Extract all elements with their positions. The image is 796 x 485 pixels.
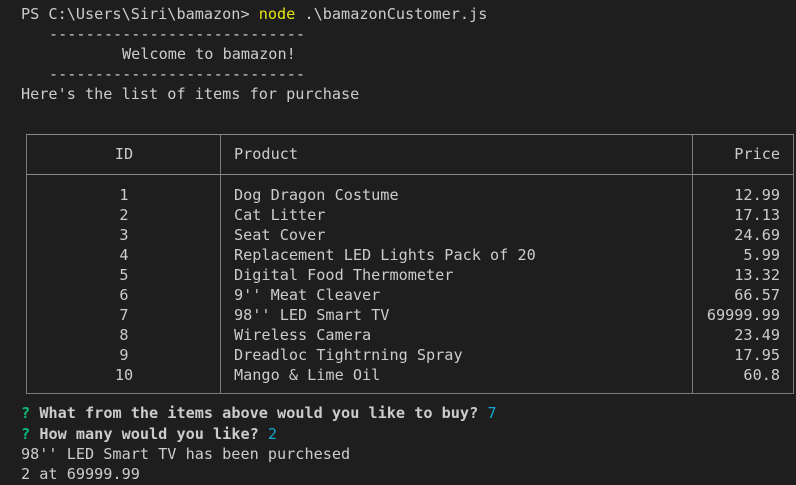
row-id: 3 [119, 226, 129, 244]
row-product: Dog Dragon Costume [234, 186, 399, 204]
question-item: ? What from the items above would you li… [21, 403, 497, 423]
row-price: 12.99 [734, 186, 780, 204]
question-text: What from the items above would you like… [39, 404, 479, 422]
output-line: 98'' LED Smart TV has been purchesed [21, 445, 351, 463]
row-price: 24.69 [734, 226, 780, 244]
row-product: Mango & Lime Oil [234, 366, 381, 384]
question-mark-icon: ? [21, 425, 31, 443]
prompt: PS C:\Users\Siri\bamazon> [21, 5, 259, 23]
row-price: 23.49 [734, 326, 780, 344]
row-price: 66.57 [734, 286, 780, 304]
row-id: 9 [119, 346, 129, 364]
question-text: How many would you like? [39, 425, 259, 443]
row-id: 1 [119, 186, 129, 204]
row-product: Digital Food Thermometer [234, 266, 454, 284]
intro-text: Here's the list of items for purchase [21, 85, 360, 103]
row-product: Dreadloc Tightrning Spray [234, 346, 463, 364]
row-price: 69999.99 [706, 306, 780, 324]
row-price: 5.99 [743, 246, 780, 264]
row-product: 98'' LED Smart TV [234, 306, 390, 324]
command-name: node [258, 5, 296, 23]
row-price: 60.8 [743, 366, 780, 384]
output-line: 2 at 69999.99 [21, 465, 140, 483]
answer-text: 2 [267, 425, 278, 443]
row-price: 17.13 [734, 206, 780, 224]
question-mark-icon: ? [21, 404, 31, 422]
row-price: 17.95 [734, 346, 780, 364]
header-price: Price [734, 145, 780, 163]
row-product: Replacement LED Lights Pack of 20 [234, 246, 536, 264]
row-product: Cat Litter [234, 206, 326, 224]
command-args: .\bamazonCustomer.js [295, 5, 488, 23]
products-table: ID Product Price 1 Dog Dragon Costume 12.9… [26, 134, 794, 394]
row-id: 10 [114, 366, 134, 384]
row-id: 7 [119, 306, 129, 324]
row-id: 2 [119, 206, 129, 224]
row-id: 5 [119, 266, 129, 284]
header-id: ID [114, 145, 134, 163]
row-id: 4 [119, 246, 129, 264]
header-product: Product [234, 145, 299, 163]
row-price: 13.32 [734, 266, 780, 284]
welcome-text: Welcome to bamazon! [122, 45, 296, 63]
row-product: 9'' Meat Cleaver [234, 286, 381, 304]
row-id: 6 [119, 286, 129, 304]
header-divider [27, 174, 793, 175]
answer-text: 7 [487, 404, 497, 422]
row-product: Wireless Camera [234, 326, 372, 344]
row-product: Seat Cover [234, 226, 326, 244]
command-line: PS C:\Users\Siri\bamazon> node .\bamazon… [21, 4, 487, 24]
banner-rule-top: ---------------------------- [49, 25, 306, 43]
row-id: 8 [119, 326, 129, 344]
question-quantity: ? How many would you like? 2 [21, 424, 277, 444]
banner-rule-bottom: ---------------------------- [49, 65, 306, 83]
